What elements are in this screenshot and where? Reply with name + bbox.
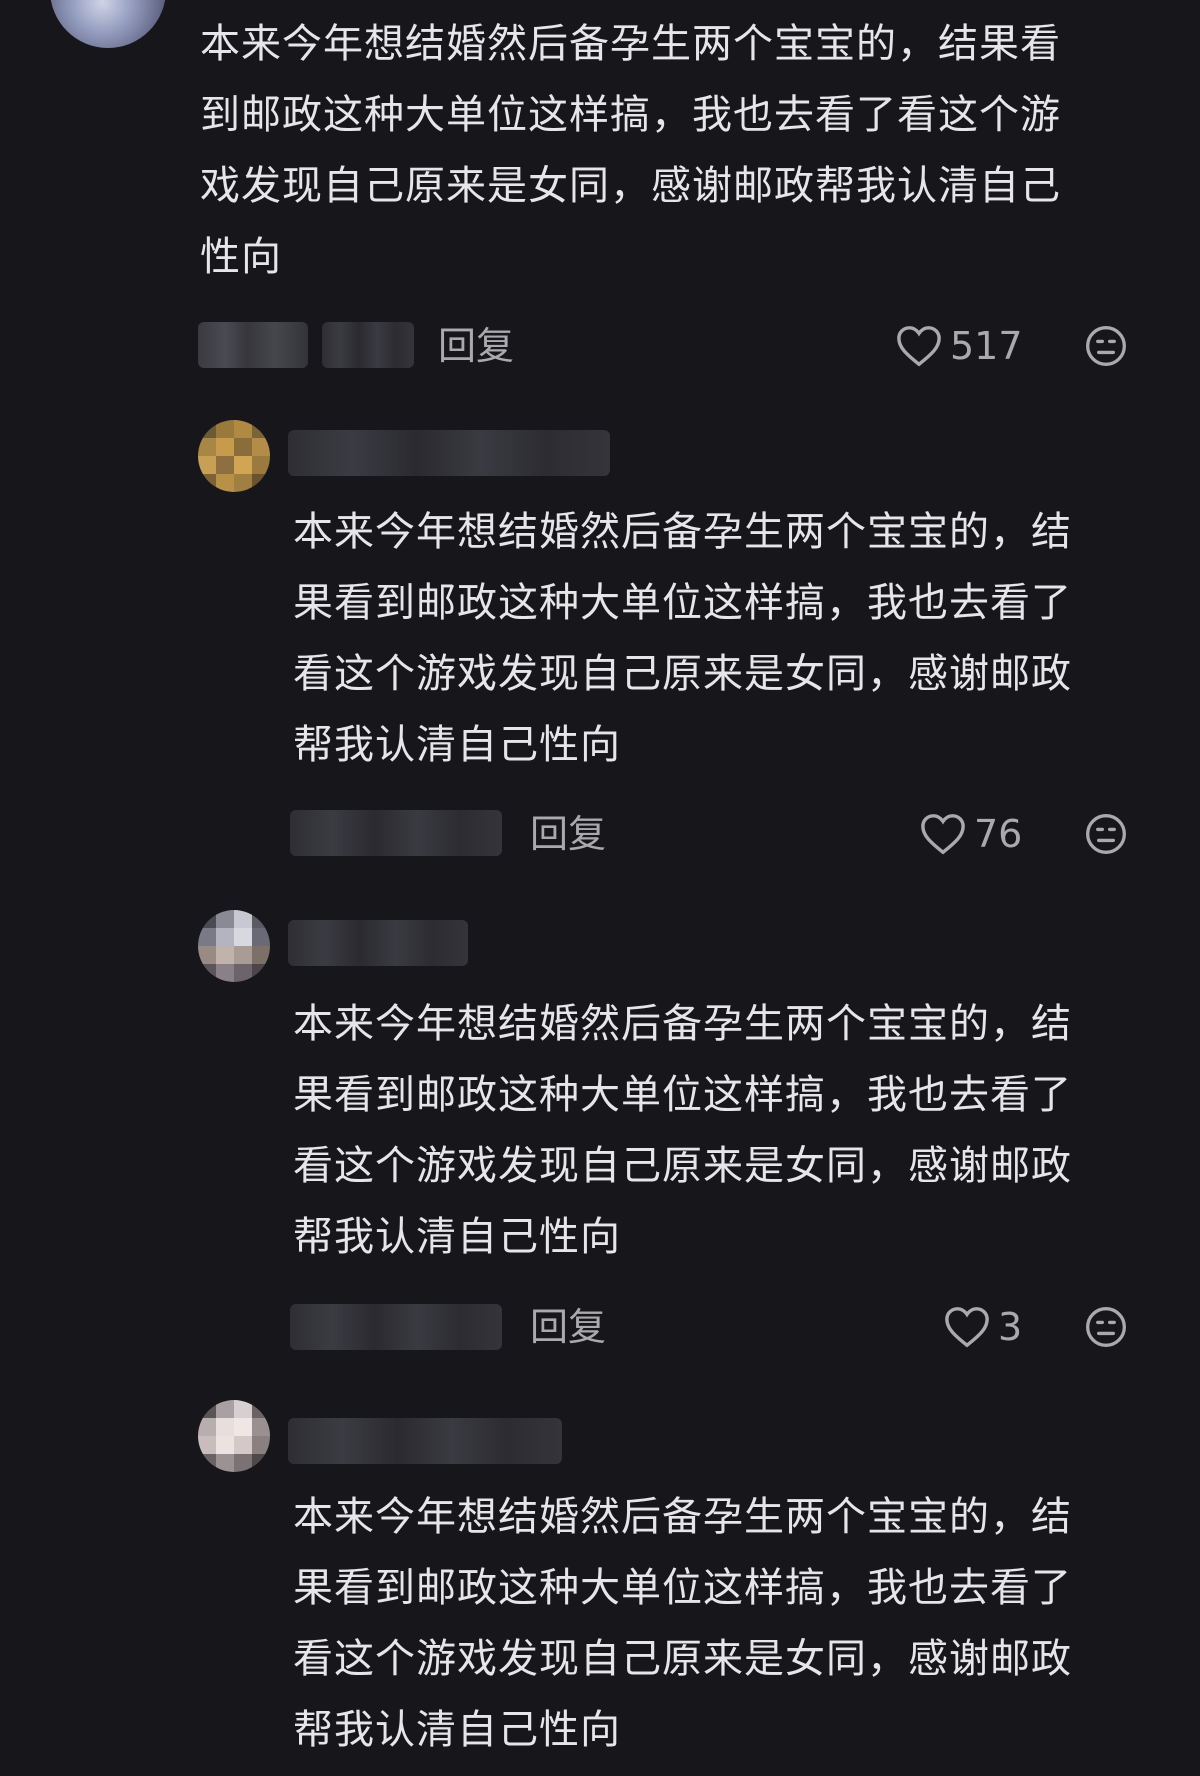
username-blurred bbox=[288, 1418, 562, 1464]
timestamp-blurred bbox=[322, 322, 414, 368]
reply-button[interactable]: 回复 bbox=[530, 809, 606, 859]
meh-face-icon bbox=[1084, 324, 1128, 368]
meh-face-icon bbox=[1084, 1305, 1128, 1349]
avatar[interactable] bbox=[198, 420, 270, 492]
dislike-button[interactable] bbox=[1084, 1305, 1128, 1349]
comment-text: 本来今年想结婚然后备孕生两个宝宝的，结 果看到邮政这种大单位这样搞，我也去看了 … bbox=[293, 509, 1072, 768]
heart-outline-icon bbox=[896, 324, 942, 368]
like-count: 76 bbox=[974, 812, 1023, 856]
comment-text: 本来今年想结婚然后备孕生两个宝宝的，结果看 到邮政这种大单位这样搞，我也去看了看… bbox=[200, 21, 1061, 280]
heart-outline-icon bbox=[944, 1305, 990, 1349]
reply-button[interactable]: 回复 bbox=[438, 321, 514, 371]
avatar[interactable] bbox=[50, 0, 166, 48]
reply-button[interactable]: 回复 bbox=[530, 1302, 606, 1352]
username-blurred bbox=[288, 920, 468, 966]
comment-text: 本来今年想结婚然后备孕生两个宝宝的，结 果看到邮政这种大单位这样搞，我也去看了 … bbox=[293, 1494, 1072, 1753]
like-button[interactable]: 517 bbox=[896, 321, 1023, 371]
like-count: 3 bbox=[998, 1305, 1023, 1349]
like-button[interactable]: 76 bbox=[920, 809, 1022, 859]
avatar[interactable] bbox=[198, 910, 270, 982]
dislike-button[interactable] bbox=[1084, 812, 1128, 856]
timestamp-blurred bbox=[290, 810, 502, 856]
dislike-button[interactable] bbox=[1084, 324, 1128, 368]
username-blurred bbox=[288, 430, 610, 476]
timestamp-blurred bbox=[290, 1304, 502, 1350]
meh-face-icon bbox=[1084, 812, 1128, 856]
like-count: 517 bbox=[950, 324, 1023, 368]
heart-outline-icon bbox=[920, 812, 966, 856]
username-blurred bbox=[198, 322, 308, 368]
like-button[interactable]: 3 bbox=[944, 1302, 1022, 1352]
avatar[interactable] bbox=[198, 1400, 270, 1472]
comment-text: 本来今年想结婚然后备孕生两个宝宝的，结 果看到邮政这种大单位这样搞，我也去看了 … bbox=[293, 1001, 1072, 1260]
